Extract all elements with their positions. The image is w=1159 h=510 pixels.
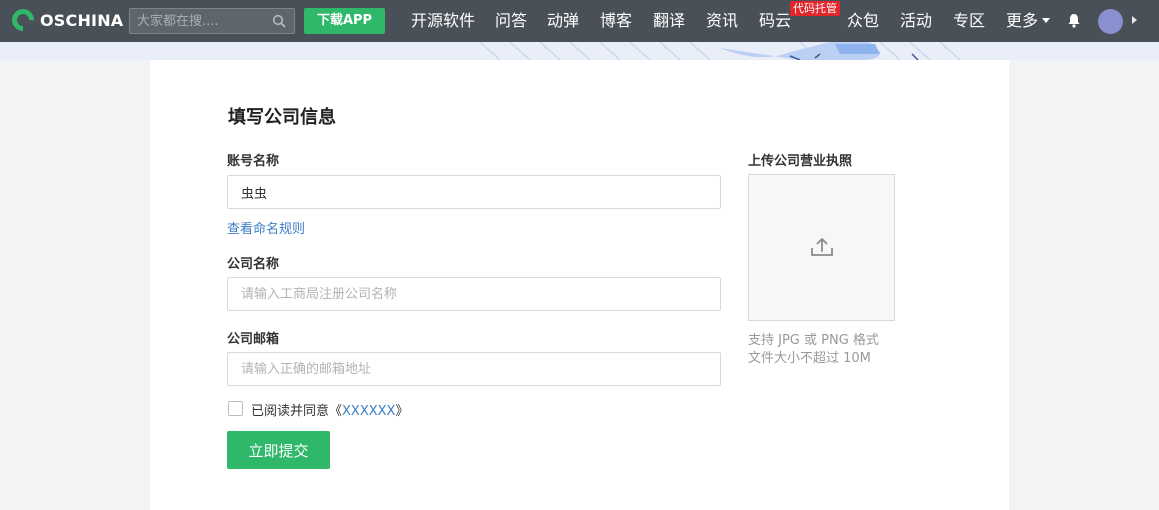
upload-format-hint: 支持 JPG 或 PNG 格式 [748, 333, 879, 348]
nav-item-zones[interactable]: 专区 [953, 0, 985, 42]
agree-text: 已阅读并同意《XXXXXX》 [251, 400, 408, 419]
naming-rules-link[interactable]: 查看命名规则 [227, 218, 305, 237]
nav-item-crowdsourcing[interactable]: 众包 [847, 0, 879, 42]
company-email-label: 公司邮箱 [227, 332, 280, 347]
nav-item-open-source[interactable]: 开源软件 [411, 0, 475, 42]
page-title: 填写公司信息 [228, 107, 336, 128]
caret-right-icon[interactable] [1132, 16, 1137, 24]
agree-prefix: 已阅读并同意《 [251, 404, 343, 419]
avatar[interactable] [1098, 9, 1123, 34]
account-name-input[interactable] [227, 175, 721, 209]
upload-size-hint: 文件大小不超过 10M [748, 351, 871, 366]
chevron-down-icon[interactable] [1042, 18, 1050, 23]
top-nav-bar: OSCHINA 下载APP 开源软件 问答 动弹 博客 翻译 资讯 码云 代码托… [0, 0, 1159, 42]
agree-checkbox[interactable] [228, 401, 243, 416]
nav-item-gitee[interactable]: 码云 [759, 0, 791, 42]
license-upload-area[interactable] [748, 174, 895, 321]
search-icon[interactable] [272, 14, 286, 28]
nav-item-tweets[interactable]: 动弹 [547, 0, 579, 42]
download-app-button[interactable]: 下载APP [304, 8, 385, 34]
code-hosting-badge: 代码托管 [790, 1, 840, 16]
search-input[interactable] [130, 9, 270, 33]
oschina-logo[interactable]: OSCHINA [7, 4, 124, 36]
nav-item-translate[interactable]: 翻译 [653, 0, 685, 42]
account-name-label: 账号名称 [227, 154, 280, 169]
company-name-input[interactable] [227, 277, 721, 311]
banner-illustration [479, 42, 961, 60]
submit-button[interactable]: 立即提交 [227, 431, 330, 469]
company-name-label: 公司名称 [227, 257, 280, 272]
banner-decoration [0, 42, 1159, 60]
company-email-input[interactable] [227, 352, 721, 386]
upload-icon [811, 238, 833, 256]
nav-item-news[interactable]: 资讯 [706, 0, 738, 42]
nav-item-events[interactable]: 活动 [900, 0, 932, 42]
bell-icon[interactable] [1067, 13, 1081, 28]
nav-item-qa[interactable]: 问答 [495, 0, 527, 42]
upload-license-label: 上传公司营业执照 [748, 154, 853, 169]
brand-name: OSCHINA [40, 10, 124, 30]
agreement-link[interactable]: XXXXXX [342, 404, 395, 419]
nav-item-blog[interactable]: 博客 [600, 0, 632, 42]
search-box [129, 8, 295, 34]
agree-suffix: 》 [395, 404, 409, 419]
nav-item-more[interactable]: 更多 [1006, 0, 1038, 42]
logo-icon [7, 4, 39, 36]
